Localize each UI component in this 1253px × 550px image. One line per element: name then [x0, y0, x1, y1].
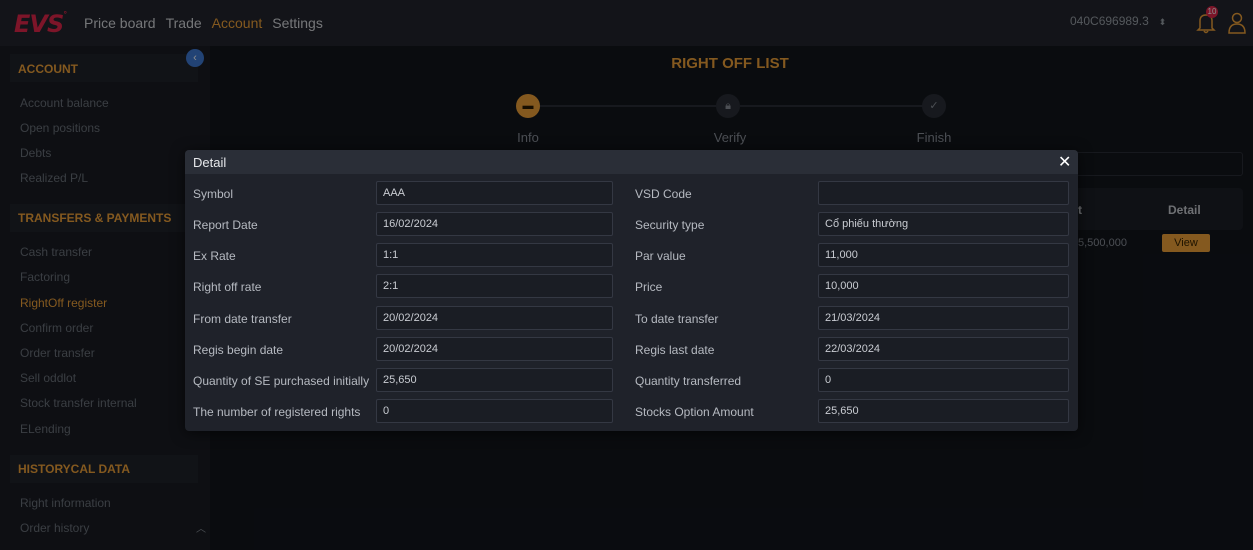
field-label-regis-begin-date: Regis begin date — [193, 343, 284, 357]
field-stocks-option-amount[interactable]: 25,650 — [818, 399, 1069, 423]
field-label-quantity-purchased: Quantity of SE purchased initially — [193, 374, 370, 388]
field-label-registered-rights: The number of registered rights — [193, 405, 361, 419]
modal-header: Detail ✕ — [185, 150, 1078, 174]
field-label-to-date-transfer: To date transfer — [635, 312, 719, 326]
field-report-date[interactable]: 16/02/2024 — [376, 212, 613, 236]
field-ex-rate[interactable]: 1:1 — [376, 243, 613, 267]
field-quantity-purchased[interactable]: 25,650 — [376, 368, 613, 392]
field-label-regis-last-date: Regis last date — [635, 343, 715, 357]
field-quantity-transferred[interactable]: 0 — [818, 368, 1069, 392]
field-symbol[interactable]: AAA — [376, 181, 613, 205]
field-to-date-transfer[interactable]: 21/03/2024 — [818, 306, 1069, 330]
field-regis-begin-date[interactable]: 20/02/2024 — [376, 337, 613, 361]
field-label-ex-rate: Ex Rate — [193, 249, 236, 263]
field-label-quantity-transferred: Quantity transferred — [635, 374, 742, 388]
detail-modal: Detail ✕ Symbol AAA Report Date 16/02/20… — [185, 150, 1078, 431]
field-par-value[interactable]: 11,000 — [818, 243, 1069, 267]
field-label-stocks-option-amount: Stocks Option Amount — [635, 405, 754, 419]
field-regis-last-date[interactable]: 22/03/2024 — [818, 337, 1069, 361]
field-label-par-value: Par value — [635, 249, 686, 263]
field-security-type[interactable]: Cổ phiếu thường — [818, 212, 1069, 236]
field-label-vsd-code: VSD Code — [635, 187, 692, 201]
field-vsd-code[interactable] — [818, 181, 1069, 205]
close-icon[interactable]: ✕ — [1058, 152, 1071, 172]
field-label-security-type: Security type — [635, 218, 705, 232]
field-label-price: Price — [635, 280, 663, 294]
field-from-date-transfer[interactable]: 20/02/2024 — [376, 306, 613, 330]
field-label-from-date-transfer: From date transfer — [193, 312, 292, 326]
field-price[interactable]: 10,000 — [818, 274, 1069, 298]
modal-title: Detail — [193, 155, 227, 170]
field-label-right-off-rate: Right off rate — [193, 280, 262, 294]
field-label-report-date: Report Date — [193, 218, 258, 232]
field-label-symbol: Symbol — [193, 187, 234, 201]
field-registered-rights[interactable]: 0 — [376, 399, 613, 423]
field-right-off-rate[interactable]: 2:1 — [376, 274, 613, 298]
